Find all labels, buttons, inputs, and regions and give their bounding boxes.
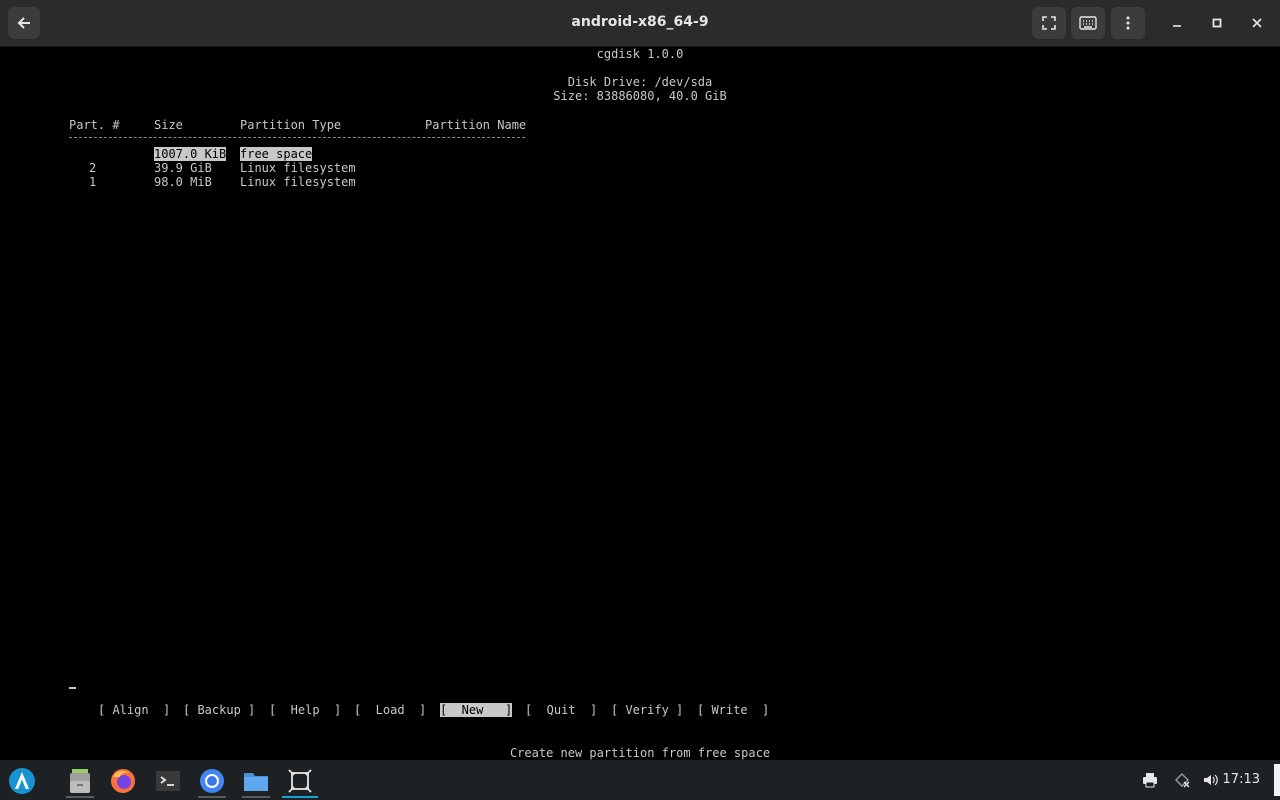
header-divider (69, 137, 525, 138)
fullscreen-icon (1042, 16, 1056, 30)
keyboard-button[interactable] (1071, 7, 1105, 39)
menu-backup-button[interactable]: [ Backup ] (183, 703, 255, 717)
column-header-part: Part. # (69, 118, 120, 132)
fullscreen-button[interactable] (1032, 7, 1066, 39)
printer-icon (1143, 773, 1157, 788)
partition-size: 1007.0 KiB (154, 147, 227, 161)
firefox-icon (111, 769, 135, 793)
more-options-button[interactable] (1111, 7, 1145, 39)
text-cursor (69, 687, 76, 689)
start-menu-icon (9, 768, 35, 794)
menu-verify-button[interactable]: [ Verify ] (611, 703, 683, 717)
clock[interactable]: 17:13 (1223, 772, 1260, 787)
show-desktop-button[interactable] (1274, 764, 1280, 796)
taskbar-terminal[interactable] (150, 764, 186, 798)
taskbar-file-manager[interactable] (62, 764, 98, 798)
partition-size: 98.0 MiB (154, 175, 212, 189)
network-icon (1175, 773, 1190, 788)
menu-load-button[interactable]: [ Load ] (354, 703, 426, 717)
file-manager-icon (70, 769, 90, 793)
partition-type: free space (240, 147, 313, 161)
partition-type: Linux filesystem (240, 161, 356, 175)
volume-icon (1204, 774, 1218, 786)
partition-number: 1 (89, 175, 97, 189)
cgdisk-header: cgdisk 1.0.0 (596, 47, 684, 61)
chromium-icon (200, 769, 224, 793)
more-vertical-icon (1126, 16, 1130, 30)
close-button[interactable] (1245, 11, 1269, 35)
active-indicator (282, 796, 318, 798)
taskbar-screenshot-app[interactable] (282, 764, 318, 798)
keyboard-icon (1079, 16, 1097, 30)
close-icon (1252, 18, 1262, 28)
partition-size: 39.9 GiB (154, 161, 212, 175)
taskbar-firefox[interactable] (105, 764, 141, 798)
taskbar-chromium[interactable] (194, 764, 230, 798)
column-header-type: Partition Type (240, 118, 342, 132)
terminal-icon (156, 771, 180, 791)
menu-hint: Create new partition from free space (509, 746, 771, 760)
terminal-screen[interactable]: cgdisk 1.0.0 Disk Drive: /dev/sda Size: … (0, 47, 1280, 760)
running-indicator (198, 796, 226, 798)
taskbar-folder[interactable] (238, 764, 274, 798)
folder-icon (244, 773, 268, 791)
printer-tray-button[interactable] (1140, 770, 1160, 790)
maximize-button[interactable] (1205, 11, 1229, 35)
column-header-size: Size (154, 118, 183, 132)
column-header-name: Partition Name (425, 118, 527, 132)
minimize-icon (1173, 25, 1181, 27)
menu-new-button[interactable]: [ New ] (440, 703, 513, 717)
menu-quit-button[interactable]: [ Quit ] (525, 703, 597, 717)
network-tray-button[interactable] (1172, 770, 1192, 790)
disk-size-label: Size: 83886080, 40.0 GiB (553, 89, 727, 103)
menu-align-button[interactable]: [ Align ] (98, 703, 170, 717)
disk-drive-label: Disk Drive: /dev/sda (567, 75, 713, 89)
screenshot-icon (288, 769, 312, 793)
menu-help-button[interactable]: [ Help ] (269, 703, 341, 717)
start-menu-button[interactable] (4, 764, 40, 798)
partition-type: Linux filesystem (240, 175, 356, 189)
running-indicator (242, 796, 270, 798)
taskbar: 17:13 (0, 760, 1280, 800)
menu-write-button[interactable]: [ Write ] (697, 703, 769, 717)
minimize-button[interactable] (1165, 11, 1189, 35)
running-indicator (66, 796, 94, 798)
partition-number: 2 (89, 161, 97, 175)
maximize-icon (1212, 18, 1222, 28)
window-titlebar: android-x86_64-9 (0, 0, 1280, 47)
volume-tray-button[interactable] (1200, 770, 1220, 790)
